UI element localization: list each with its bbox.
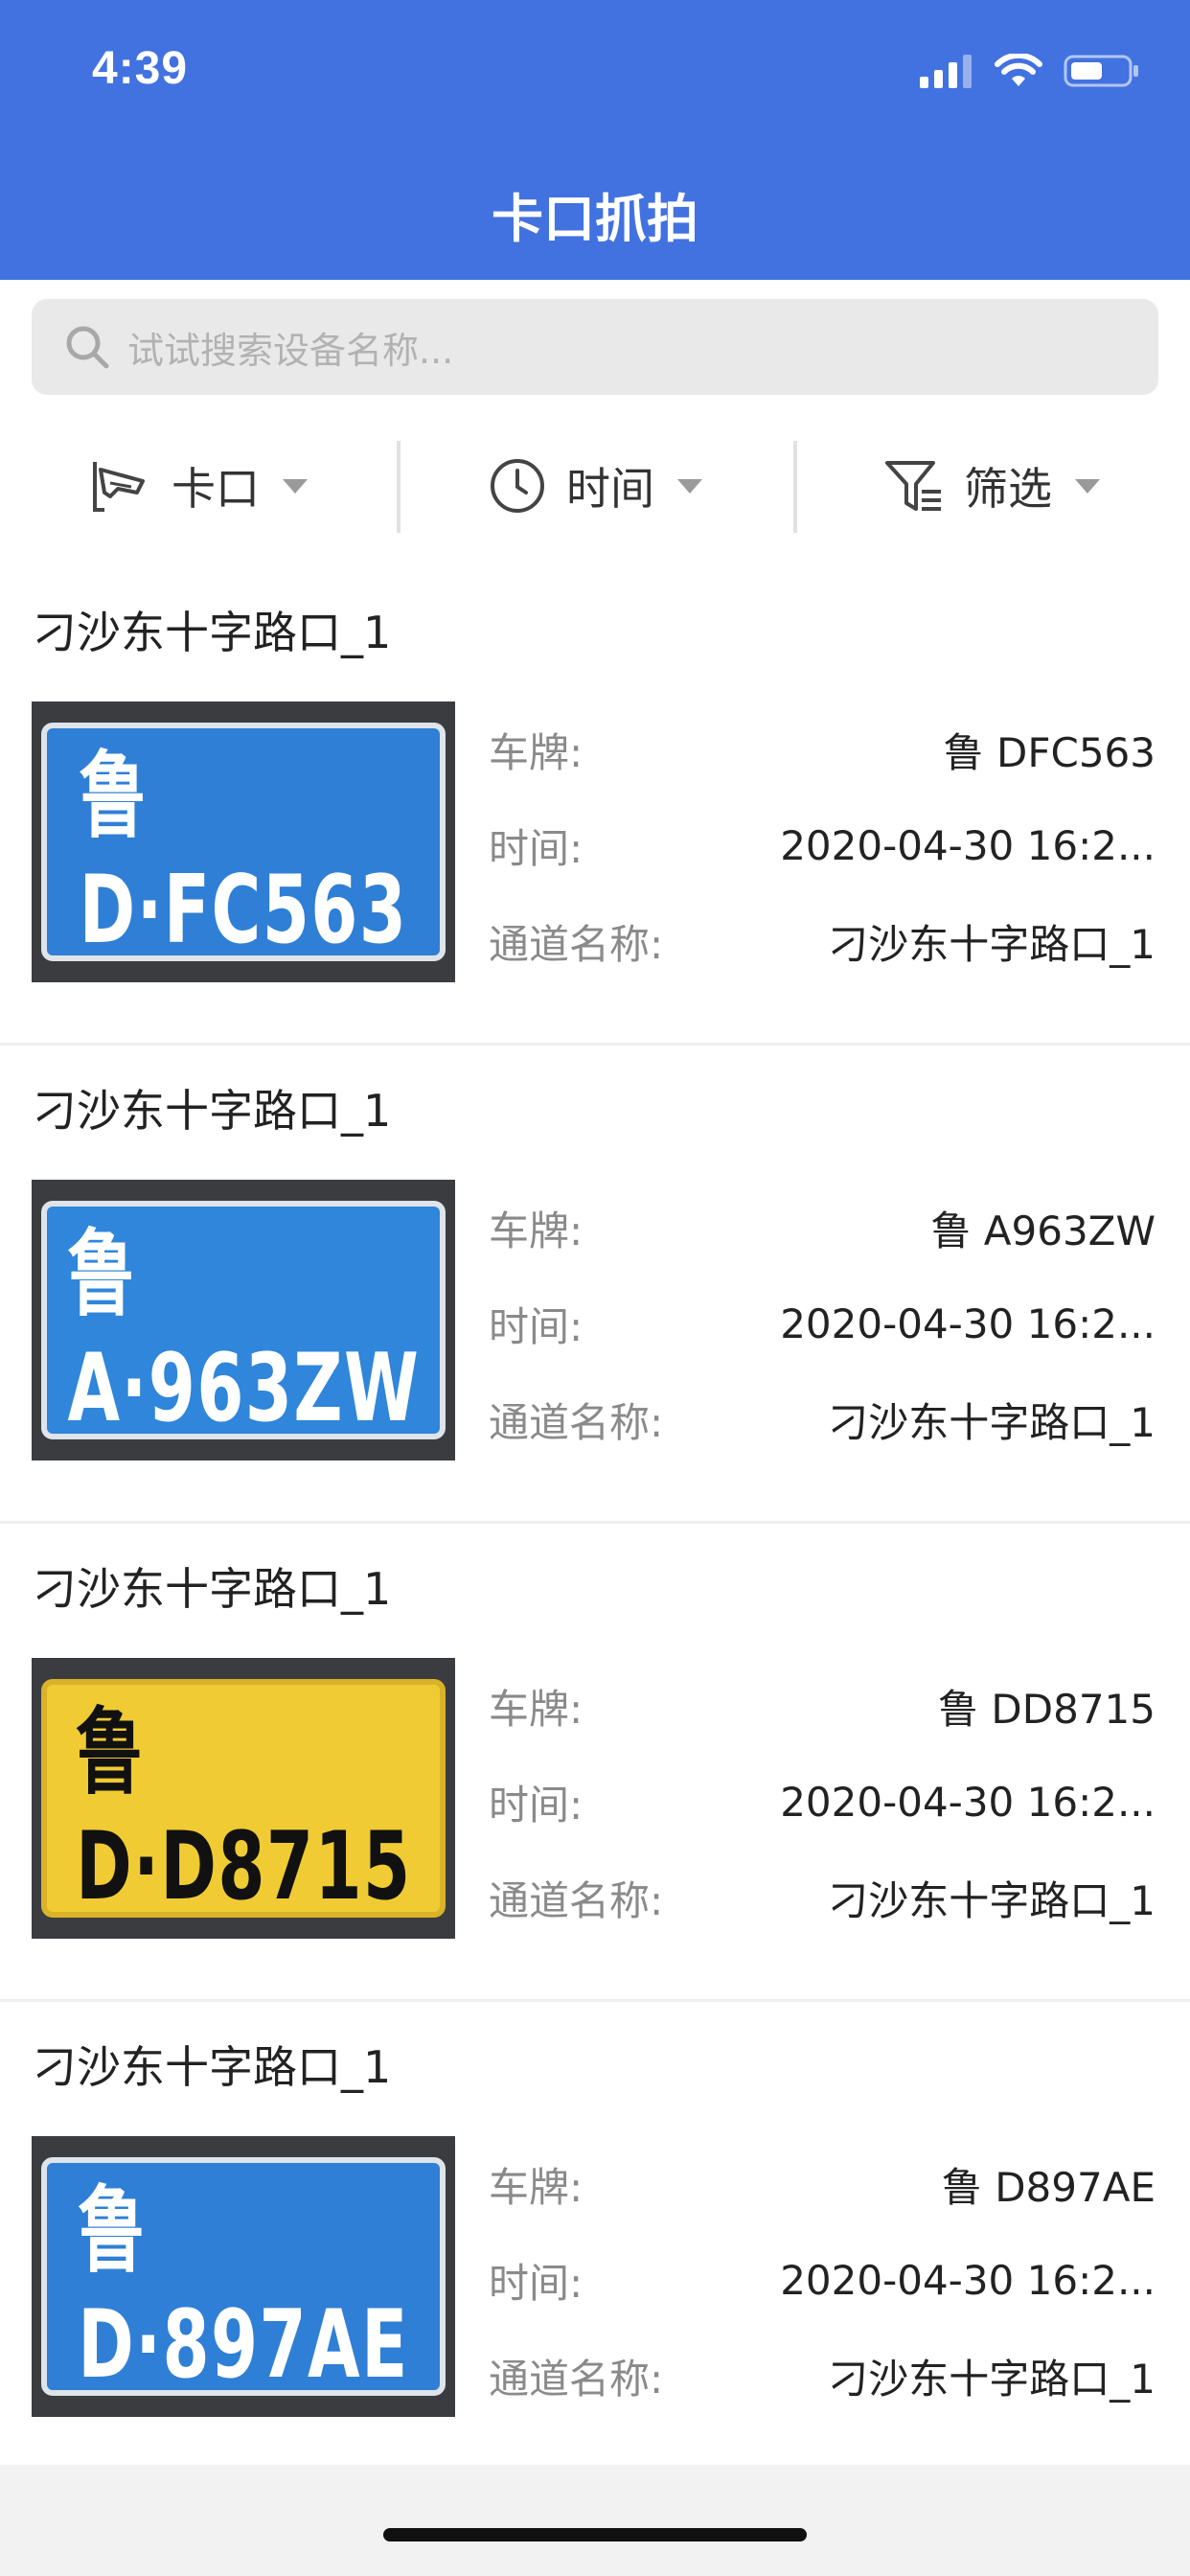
- plate-label: 车牌:: [489, 1685, 584, 1733]
- battery-icon: [1064, 55, 1138, 87]
- filter-bar: 卡口 时间 筛选: [0, 433, 1190, 539]
- time-label: 时间:: [489, 824, 584, 872]
- time-value: 2020-04-30 16:2...: [780, 821, 1156, 869]
- time-label: 时间:: [489, 2259, 584, 2307]
- plate-panel: 鲁A·963ZW: [41, 1201, 446, 1443]
- item-fields: 车牌: 鲁 D897AE 时间: 2020-04-30 16:2... 通道名称: 刁…: [489, 2136, 1156, 2424]
- time-value: 2020-04-30 16:2...: [780, 1778, 1156, 1826]
- plate-panel: 鲁D·D8715: [41, 1679, 446, 1921]
- time-row: 时间: 2020-04-30 16:2...: [489, 1754, 1156, 1850]
- channel-row: 通道名称: 刁沙东十字路口_1: [489, 893, 1156, 989]
- plate-image: 鲁A·963ZW: [32, 1180, 455, 1460]
- capture-list: 刁沙东十字路口_1 鲁D·FC563 车牌: 鲁 DFC563 时间: 2020-0…: [0, 567, 1190, 2477]
- plate-image-text: 鲁D·897AE: [78, 2175, 409, 2400]
- filter-screen[interactable]: 筛选: [793, 433, 1190, 539]
- time-row: 时间: 2020-04-30 16:2...: [489, 797, 1156, 893]
- plate-row: 车牌: 鲁 A963ZW: [489, 1180, 1156, 1276]
- item-title: 刁沙东十字路口_1: [33, 2041, 392, 2093]
- status-time: 4:39: [92, 43, 189, 94]
- search-icon: [66, 326, 109, 369]
- channel-value: 刁沙东十字路口_1: [828, 1876, 1156, 1924]
- time-label: 时间:: [489, 1302, 584, 1350]
- channel-value: 刁沙东十字路口_1: [828, 2355, 1156, 2403]
- filter-time[interactable]: 时间: [397, 433, 793, 539]
- plate-row: 车牌: 鲁 DFC563: [489, 702, 1156, 797]
- time-row: 时间: 2020-04-30 16:2...: [489, 2232, 1156, 2328]
- item-fields: 车牌: 鲁 DFC563 时间: 2020-04-30 16:2... 通道名称: 刁…: [489, 702, 1156, 989]
- chevron-down-icon: [677, 478, 702, 494]
- app-header: 4:39 卡口抓拍: [0, 0, 1190, 280]
- plate-image: 鲁D·897AE: [32, 2136, 455, 2417]
- signal-icon: [920, 55, 972, 88]
- time-value: 2020-04-30 16:2...: [780, 1300, 1156, 1347]
- channel-label: 通道名称:: [489, 1398, 664, 1446]
- plate-image-text: 鲁A·963ZW: [67, 1219, 420, 1443]
- search-input[interactable]: 试试搜索设备名称...: [127, 321, 453, 374]
- plate-label: 车牌:: [489, 1207, 584, 1254]
- list-item[interactable]: 刁沙东十字路口_1 鲁D·897AE 车牌: 鲁 D897AE 时间: 2020-0…: [0, 2002, 1190, 2477]
- wifi-icon: [995, 54, 1042, 86]
- chevron-down-icon: [1075, 478, 1100, 494]
- channel-label: 通道名称:: [489, 2355, 664, 2403]
- plate-image: 鲁D·FC563: [32, 702, 455, 982]
- channel-value: 刁沙东十字路口_1: [828, 1398, 1156, 1446]
- channel-row: 通道名称: 刁沙东十字路口_1: [489, 1850, 1156, 1945]
- clock-icon: [491, 459, 544, 513]
- plate-value: 鲁 DFC563: [943, 728, 1156, 776]
- item-title: 刁沙东十字路口_1: [33, 1563, 392, 1615]
- time-label: 时间:: [489, 1781, 584, 1828]
- filter-icon: [885, 461, 941, 511]
- list-item[interactable]: 刁沙东十字路口_1 鲁D·D8715 车牌: 鲁 DD8715 时间: 2020-0…: [0, 1524, 1190, 2002]
- plate-image-text: 鲁D·FC563: [79, 741, 408, 965]
- plate-label: 车牌:: [489, 2163, 584, 2211]
- channel-label: 通道名称:: [489, 920, 664, 968]
- plate-panel: 鲁D·FC563: [41, 723, 446, 965]
- search-bar[interactable]: 试试搜索设备名称...: [32, 299, 1158, 395]
- item-fields: 车牌: 鲁 DD8715 时间: 2020-04-30 16:2... 通道名称: 刁…: [489, 1658, 1156, 1945]
- plate-image: 鲁D·D8715: [32, 1658, 455, 1939]
- channel-row: 通道名称: 刁沙东十字路口_1: [489, 2328, 1156, 2424]
- item-title: 刁沙东十字路口_1: [33, 1085, 392, 1137]
- plate-value: 鲁 DD8715: [938, 1685, 1156, 1733]
- filter-screen-label: 筛选: [964, 463, 1052, 515]
- channel-value: 刁沙东十字路口_1: [828, 920, 1156, 968]
- page-title: 卡口抓拍: [492, 189, 698, 249]
- camera-icon: [93, 462, 145, 512]
- list-item[interactable]: 刁沙东十字路口_1 鲁A·963ZW 车牌: 鲁 A963ZW 时间: 2020-0…: [0, 1046, 1190, 1524]
- plate-row: 车牌: 鲁 DD8715: [489, 1658, 1156, 1754]
- filter-checkpoint-label: 卡口: [172, 463, 260, 515]
- channel-label: 通道名称:: [489, 1876, 664, 1924]
- chevron-down-icon: [283, 478, 308, 494]
- status-icons: [920, 54, 1140, 88]
- home-indicator[interactable]: [383, 2528, 807, 2542]
- plate-image-text: 鲁D·D8715: [75, 1697, 412, 1921]
- item-title: 刁沙东十字路口_1: [33, 607, 392, 658]
- time-value: 2020-04-30 16:2...: [780, 2256, 1156, 2304]
- filter-checkpoint[interactable]: 卡口: [0, 433, 397, 539]
- filter-time-label: 时间: [566, 463, 654, 515]
- plate-value: 鲁 A963ZW: [930, 1207, 1156, 1254]
- plate-row: 车牌: 鲁 D897AE: [489, 2136, 1156, 2232]
- item-fields: 车牌: 鲁 A963ZW 时间: 2020-04-30 16:2... 通道名称: 刁…: [489, 1180, 1156, 1467]
- list-item[interactable]: 刁沙东十字路口_1 鲁D·FC563 车牌: 鲁 DFC563 时间: 2020-0…: [0, 567, 1190, 1046]
- time-row: 时间: 2020-04-30 16:2...: [489, 1276, 1156, 1371]
- plate-label: 车牌:: [489, 728, 584, 776]
- plate-value: 鲁 D897AE: [941, 2163, 1156, 2211]
- channel-row: 通道名称: 刁沙东十字路口_1: [489, 1371, 1156, 1467]
- plate-panel: 鲁D·897AE: [41, 2157, 446, 2400]
- main-content: 试试搜索设备名称... 卡口 时间 筛选 刁沙东十字路口_1 鲁D·FC563 …: [0, 280, 1190, 2465]
